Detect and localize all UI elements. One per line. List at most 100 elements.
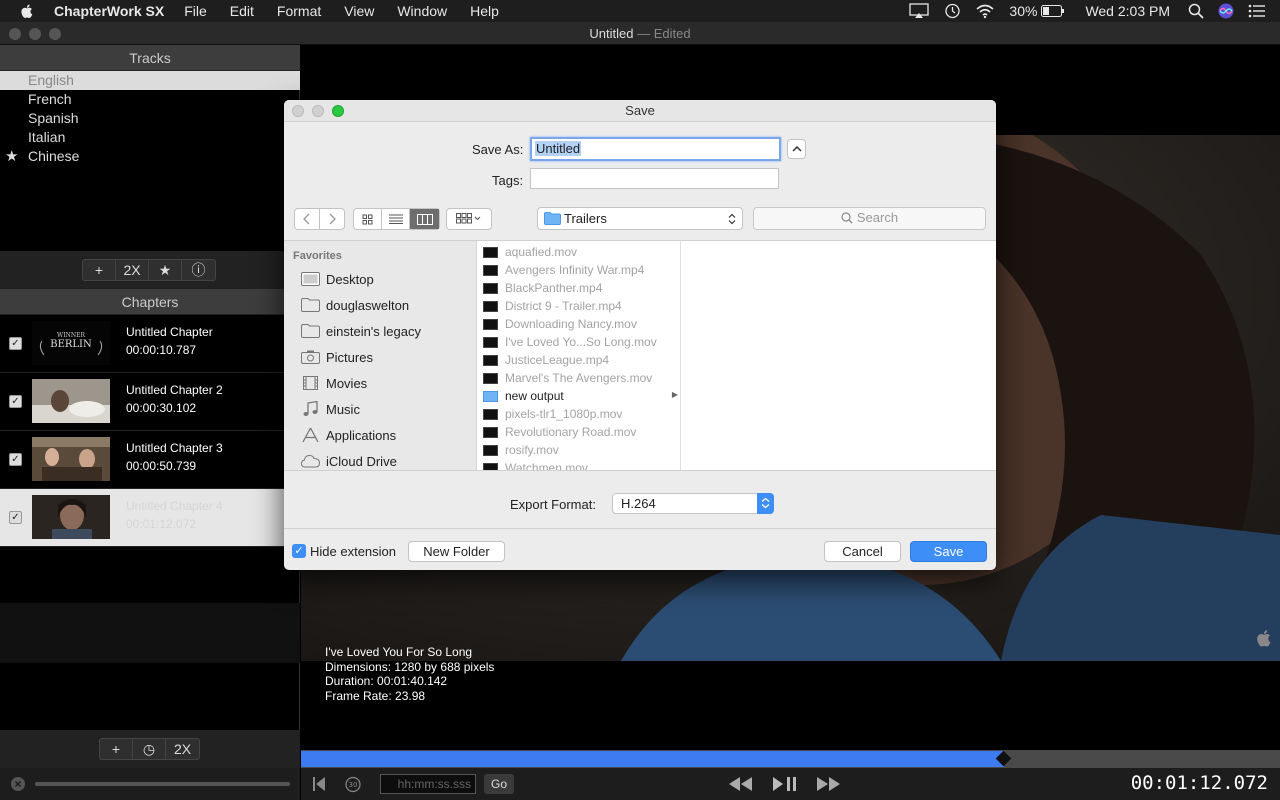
- chapter-checkbox[interactable]: ✓: [9, 453, 22, 466]
- video-duration: Duration: 00:01:40.142: [325, 674, 448, 688]
- timeline-scrubber[interactable]: [301, 750, 1280, 768]
- chapter-checkbox[interactable]: ✓: [9, 395, 22, 408]
- fast-forward-icon[interactable]: [817, 777, 841, 791]
- chapters-empty-area: [0, 603, 300, 663]
- dialog-minimize-button[interactable]: [312, 105, 324, 117]
- spotlight-icon[interactable]: [1188, 3, 1204, 19]
- time-machine-icon[interactable]: [943, 2, 961, 20]
- airplay-icon[interactable]: [909, 3, 930, 19]
- track-info-button[interactable]: ⓘ: [182, 260, 215, 280]
- file-list-item[interactable]: pixels-tlr1_1080p.mov: [483, 405, 678, 423]
- app-name-menu[interactable]: ChapterWork SX: [54, 3, 164, 19]
- menu-view[interactable]: View: [344, 3, 374, 19]
- chapter-row[interactable]: ✓ Untitled Chapter 3 00:00:50.739: [0, 431, 300, 489]
- timecode-input[interactable]: hh:mm:ss.sss: [380, 774, 476, 794]
- save-as-field[interactable]: Untitled: [530, 137, 781, 161]
- timeline-progress: [301, 751, 1004, 767]
- cancel-button[interactable]: Cancel: [824, 541, 901, 562]
- track-2x-button[interactable]: 2X: [116, 260, 149, 280]
- rewind-30-icon[interactable]: 30: [344, 775, 362, 793]
- save-as-label: Save As:: [472, 142, 524, 157]
- sidebar-item-home[interactable]: douglaswelton: [301, 292, 409, 318]
- tracks-toolbar: + 2X ★ ⓘ: [82, 259, 216, 281]
- track-item-english[interactable]: English: [0, 71, 300, 90]
- rewind-icon[interactable]: [729, 777, 753, 791]
- dialog-close-button[interactable]: [292, 105, 304, 117]
- column-view-button[interactable]: [410, 209, 439, 229]
- chapter-row[interactable]: ✓ Untitled Chapter 4 00:01:12.072: [0, 489, 300, 547]
- add-track-button[interactable]: +: [83, 260, 116, 280]
- sidebar-item-movies[interactable]: Movies: [301, 370, 367, 396]
- siri-icon[interactable]: [1218, 3, 1234, 19]
- save-button[interactable]: Save: [910, 541, 987, 562]
- chapter-thumbnail: [32, 379, 110, 423]
- star-track-button[interactable]: ★: [149, 260, 182, 280]
- expand-dialog-button[interactable]: [787, 139, 806, 159]
- video-file-icon: [483, 264, 498, 276]
- sidebar-item-applications[interactable]: Applications: [301, 422, 396, 448]
- file-list-item[interactable]: Downloading Nancy.mov: [483, 315, 678, 333]
- menu-file[interactable]: File: [184, 3, 207, 19]
- window-title-bar: Untitled — Edited: [0, 22, 1280, 45]
- menu-format[interactable]: Format: [277, 3, 321, 19]
- chapter-row[interactable]: ✓ WINNER BERLIN Untitled Chapter 00:00:10…: [0, 315, 300, 373]
- group-by-button[interactable]: [446, 208, 492, 230]
- sidebar-item-desktop[interactable]: Desktop: [301, 266, 374, 292]
- file-list-item[interactable]: Watchmen.mov: [483, 459, 678, 470]
- tags-field[interactable]: [530, 168, 779, 189]
- chapter-checkbox[interactable]: ✓: [9, 337, 22, 350]
- chevron-right-icon: [329, 213, 336, 225]
- sidebar-item-icloud-drive[interactable]: iCloud Drive: [301, 448, 397, 474]
- chapter-row[interactable]: ✓ Untitled Chapter 2 00:00:30.102: [0, 373, 300, 431]
- file-name: Watchmen.mov: [505, 461, 588, 470]
- chapter-checkbox[interactable]: ✓: [9, 511, 22, 524]
- file-list-item[interactable]: Revolutionary Road.mov: [483, 423, 678, 441]
- chapter-2x-button[interactable]: 2X: [166, 739, 199, 759]
- file-name: pixels-tlr1_1080p.mov: [505, 407, 623, 421]
- wifi-icon[interactable]: [975, 3, 995, 19]
- file-list-item[interactable]: I've Loved Yo...So Long.mov: [483, 333, 678, 351]
- track-item-spanish[interactable]: Spanish: [0, 109, 300, 128]
- track-item-french[interactable]: French: [0, 90, 300, 109]
- new-folder-button[interactable]: New Folder: [408, 541, 505, 562]
- sidebar-item-einsteins-legacy[interactable]: einstein's legacy: [301, 318, 421, 344]
- chapter-thumbnail: WINNERBERLIN: [32, 321, 110, 365]
- file-list-item[interactable]: Marvel's The Avengers.mov: [483, 369, 678, 387]
- menu-edit[interactable]: Edit: [230, 3, 254, 19]
- sidebar-item-music[interactable]: Music: [301, 396, 360, 422]
- hide-extension-checkbox[interactable]: ✓: [292, 544, 306, 558]
- add-chapter-button[interactable]: +: [100, 739, 133, 759]
- export-format-popup[interactable]: H.264: [612, 493, 774, 514]
- track-item-italian[interactable]: Italian: [0, 128, 300, 147]
- list-view-button[interactable]: [382, 209, 410, 229]
- go-button[interactable]: Go: [484, 774, 514, 794]
- hide-extension-label[interactable]: Hide extension: [310, 544, 396, 559]
- skip-to-start-icon[interactable]: [313, 777, 325, 791]
- apple-icon[interactable]: [18, 2, 36, 20]
- zoom-slider[interactable]: [35, 782, 290, 786]
- menubar-clock[interactable]: Wed 2:03 PM: [1085, 3, 1170, 19]
- file-list-item[interactable]: BlackPanther.mp4: [483, 279, 678, 297]
- location-popup[interactable]: Trailers: [537, 207, 743, 230]
- back-button[interactable]: [294, 208, 320, 230]
- sidebar-item-pictures[interactable]: Pictures: [301, 344, 373, 370]
- default-track-star-icon: ★: [5, 148, 19, 165]
- file-list-item[interactable]: Avengers Infinity War.mp4: [483, 261, 678, 279]
- dialog-zoom-button[interactable]: [332, 105, 344, 117]
- menu-window[interactable]: Window: [397, 3, 447, 19]
- clear-icon[interactable]: [11, 777, 25, 791]
- play-pause-icon[interactable]: [773, 777, 797, 791]
- file-list-item[interactable]: JusticeLeague.mp4: [483, 351, 678, 369]
- search-field[interactable]: Search: [753, 207, 986, 230]
- menu-help[interactable]: Help: [470, 3, 499, 19]
- forward-button[interactable]: [319, 208, 345, 230]
- file-list-item[interactable]: rosify.mov: [483, 441, 678, 459]
- track-item-chinese[interactable]: ★ Chinese: [0, 147, 300, 166]
- icon-view-button[interactable]: [354, 209, 382, 229]
- file-list-item[interactable]: District 9 - Trailer.mp4: [483, 297, 678, 315]
- chapter-time-button[interactable]: ◷: [133, 739, 166, 759]
- notification-center-icon[interactable]: [1248, 4, 1266, 18]
- file-list-item[interactable]: new output ▶: [483, 387, 678, 405]
- file-list-item[interactable]: aquafied.mov: [483, 243, 678, 261]
- battery-icon[interactable]: [1041, 5, 1065, 17]
